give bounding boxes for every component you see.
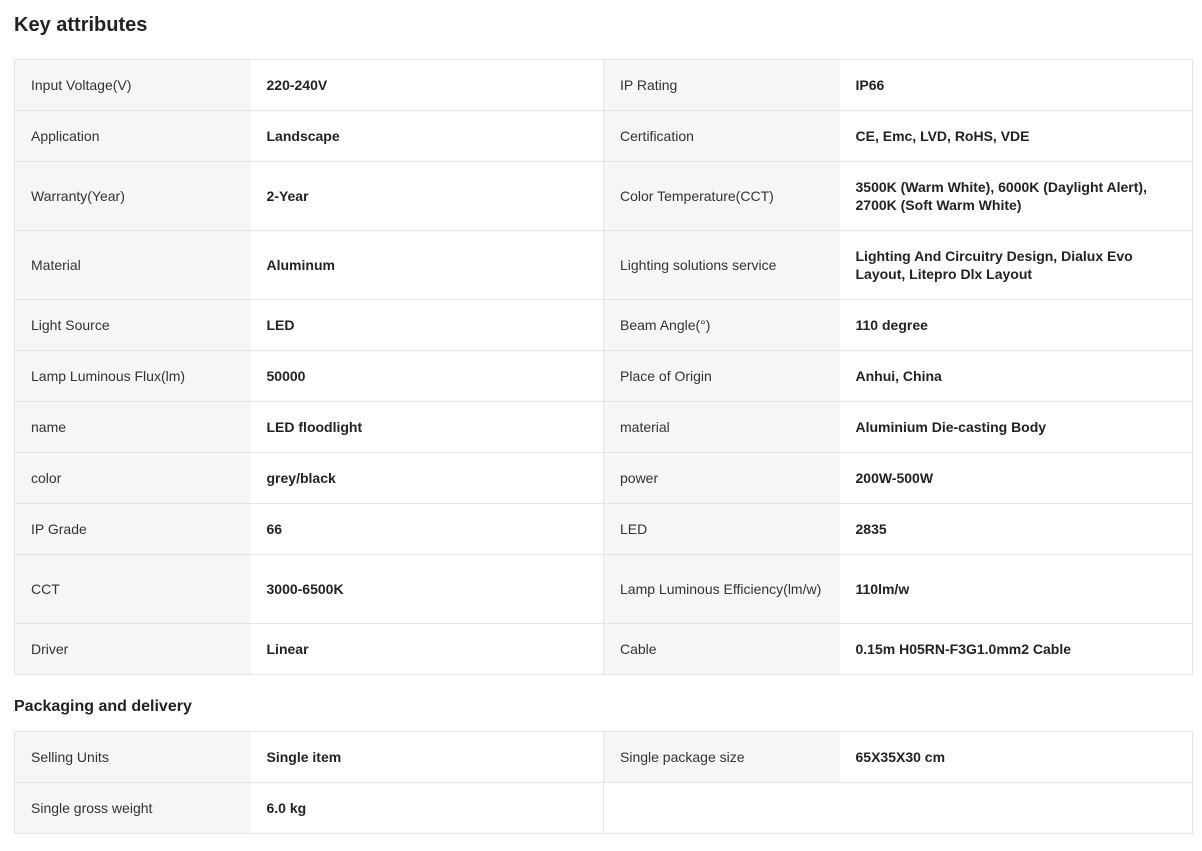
attribute-key: Cable xyxy=(603,623,840,675)
attribute-value: 66 xyxy=(250,503,604,555)
attribute-key: Selling Units xyxy=(14,731,251,783)
attribute-value: Aluminium Die-casting Body xyxy=(839,401,1193,453)
attribute-value: Single item xyxy=(250,731,604,783)
attribute-value: 0.15m H05RN-F3G1.0mm2 Cable xyxy=(839,623,1193,675)
attribute-key: Lamp Luminous Efficiency(lm/w) xyxy=(603,554,840,624)
attribute-key: Light Source xyxy=(14,299,251,351)
attribute-value: Linear xyxy=(250,623,604,675)
packaging-table: Selling Units Single item Single package… xyxy=(14,731,1193,834)
table-row: CCT 3000-6500K Lamp Luminous Efficiency(… xyxy=(14,554,1193,624)
attribute-key: Warranty(Year) xyxy=(14,161,251,231)
attribute-key: Beam Angle(°) xyxy=(603,299,840,351)
attribute-value: 50000 xyxy=(250,350,604,402)
attribute-value: Lighting And Circuitry Design, Dialux Ev… xyxy=(839,230,1193,300)
table-row: Lamp Luminous Flux(lm) 50000 Place of Or… xyxy=(14,350,1193,402)
table-row: Application Landscape Certification CE, … xyxy=(14,110,1193,162)
attribute-key: Driver xyxy=(14,623,251,675)
attribute-key: Color Temperature(CCT) xyxy=(603,161,840,231)
attribute-value: 65X35X30 cm xyxy=(839,731,1193,783)
attribute-value: IP66 xyxy=(839,59,1193,111)
attribute-key: material xyxy=(603,401,840,453)
packaging-title: Packaging and delivery xyxy=(14,698,192,715)
attribute-key: name xyxy=(14,401,251,453)
attribute-value: Landscape xyxy=(250,110,604,162)
attribute-value: 3500K (Warm White), 6000K (Daylight Aler… xyxy=(839,161,1193,231)
attribute-key: IP Rating xyxy=(603,59,840,111)
attribute-value: 6.0 kg xyxy=(250,782,604,834)
attribute-value: 110 degree xyxy=(839,299,1193,351)
attribute-key: Lamp Luminous Flux(lm) xyxy=(14,350,251,402)
attribute-value: 2835 xyxy=(839,503,1193,555)
attribute-key: CCT xyxy=(14,554,251,624)
attribute-key: LED xyxy=(603,503,840,555)
attribute-key: Input Voltage(V) xyxy=(14,59,251,111)
table-row: Input Voltage(V) 220-240V IP Rating IP66 xyxy=(14,59,1193,111)
attribute-key: Place of Origin xyxy=(603,350,840,402)
attribute-value: LED floodlight xyxy=(250,401,604,453)
attribute-key: Application xyxy=(14,110,251,162)
table-row: Single gross weight 6.0 kg xyxy=(14,782,1193,834)
attribute-key: Certification xyxy=(603,110,840,162)
table-row: Light Source LED Beam Angle(°) 110 degre… xyxy=(14,299,1193,351)
table-row: IP Grade 66 LED 2835 xyxy=(14,503,1193,555)
attribute-value: grey/black xyxy=(250,452,604,504)
attribute-key: Single gross weight xyxy=(14,782,251,834)
attribute-value: 2-Year xyxy=(250,161,604,231)
table-row: Material Aluminum Lighting solutions ser… xyxy=(14,230,1193,300)
attribute-key: color xyxy=(14,452,251,504)
attribute-value: Anhui, China xyxy=(839,350,1193,402)
attribute-value: LED xyxy=(250,299,604,351)
table-row: Selling Units Single item Single package… xyxy=(14,731,1193,783)
attribute-key: Single package size xyxy=(603,731,840,783)
empty-cell xyxy=(603,782,840,834)
attribute-value: 200W-500W xyxy=(839,452,1193,504)
attribute-value: CE, Emc, LVD, RoHS, VDE xyxy=(839,110,1193,162)
attribute-value: Aluminum xyxy=(250,230,604,300)
table-row: name LED floodlight material Aluminium D… xyxy=(14,401,1193,453)
attribute-key: Material xyxy=(14,230,251,300)
attribute-key: Lighting solutions service xyxy=(603,230,840,300)
empty-cell xyxy=(839,782,1193,834)
attribute-value: 110lm/w xyxy=(839,554,1193,624)
table-row: color grey/black power 200W-500W xyxy=(14,452,1193,504)
key-attributes-table: Input Voltage(V) 220-240V IP Rating IP66… xyxy=(14,59,1193,675)
table-row: Warranty(Year) 2-Year Color Temperature(… xyxy=(14,161,1193,231)
attribute-key: power xyxy=(603,452,840,504)
attribute-value: 3000-6500K xyxy=(250,554,604,624)
attribute-key: IP Grade xyxy=(14,503,251,555)
attribute-value: 220-240V xyxy=(250,59,604,111)
key-attributes-title: Key attributes xyxy=(14,14,148,36)
table-row: Driver Linear Cable 0.15m H05RN-F3G1.0mm… xyxy=(14,623,1193,675)
